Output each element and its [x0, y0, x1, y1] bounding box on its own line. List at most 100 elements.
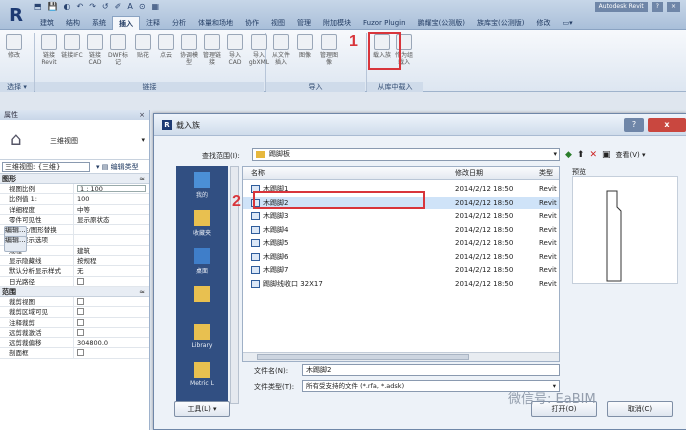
checkbox[interactable] [77, 349, 84, 357]
checkbox[interactable] [77, 308, 84, 316]
ribbon-button[interactable]: 链接CAD [84, 34, 106, 66]
ribbon-button[interactable]: 链接Revit [38, 34, 60, 66]
ribbon-button[interactable]: 链接IFC [61, 34, 83, 59]
file-date: 2014/2/12 18:50 [455, 185, 514, 193]
ribbon-tab[interactable]: 管理 [291, 16, 317, 30]
ribbon-tab[interactable]: 修改 [531, 16, 557, 30]
tools-button[interactable]: 工具(L) ▾ [174, 401, 230, 417]
new-folder-icon[interactable]: ▣ [602, 150, 611, 160]
type-selector[interactable]: ⌂ 三维视图 ▾ [0, 120, 149, 160]
place-item[interactable]: Library [176, 324, 228, 349]
checkbox[interactable] [77, 328, 84, 336]
group-label-select[interactable]: 选择 ▾ [0, 82, 34, 92]
ribbon-tab[interactable]: 注释 [140, 16, 166, 30]
ribbon-button[interactable]: 从文件插入 [270, 34, 292, 66]
ribbon-tab[interactable]: 鹏耀宝(公测版) [412, 16, 471, 30]
ribbon-tab[interactable]: 协作 [239, 16, 265, 30]
title-control[interactable]: ? [651, 2, 663, 12]
ribbon-button[interactable]: DWF标记 [107, 34, 129, 66]
quick-access-item[interactable]: ⊙ [139, 2, 146, 14]
quick-access-item[interactable]: ✐ [115, 2, 122, 14]
file-row[interactable]: 木踢脚4 2014/2/12 18:50 Revit [243, 224, 559, 236]
column-type[interactable]: 类型 [539, 167, 553, 180]
file-row[interactable]: 木踢脚3 2014/2/12 18:50 Revit [243, 210, 559, 222]
ribbon-tab[interactable]: 附加模块 [317, 16, 357, 30]
property-value[interactable] [74, 277, 149, 286]
file-row[interactable]: 木踢脚5 2014/2/12 18:50 Revit [243, 237, 559, 249]
place-item[interactable]: 我的 [176, 172, 228, 199]
quick-access-item[interactable]: ◐ [64, 2, 71, 14]
place-item[interactable]: 桌面 [176, 248, 228, 275]
ribbon-tab[interactable]: 系统 [86, 16, 112, 30]
quick-access-item[interactable]: ↷ [89, 2, 96, 14]
edit-type-button[interactable]: ▾ ▤ 编辑类型 [96, 162, 139, 172]
back-icon[interactable]: ◆ [565, 150, 572, 160]
ribbon-button[interactable]: 点云 [155, 34, 177, 59]
checkbox[interactable] [77, 297, 84, 305]
quick-access-item[interactable]: 💾 [48, 2, 58, 14]
up-folder-icon[interactable]: ⬆ [577, 150, 585, 160]
ribbon-tab[interactable]: 族库宝(公测版) [471, 16, 530, 30]
ribbon-tab[interactable]: ▭▾ [557, 16, 579, 30]
file-row[interactable]: 木踢脚6 2014/2/12 18:50 Revit [243, 251, 559, 263]
file-name-input[interactable]: 木踢脚2 [302, 364, 560, 376]
delete-icon[interactable]: ✕ [589, 150, 597, 160]
ribbon-button[interactable]: 管理链接 [201, 34, 223, 66]
property-value[interactable]: 编辑... [4, 236, 27, 253]
ribbon-tab[interactable]: 分析 [166, 16, 192, 30]
ribbon-tab[interactable]: Fuzor Plugin [357, 16, 412, 30]
revit-logo-icon[interactable]: R [3, 2, 29, 28]
ribbon-tab[interactable]: 建筑 [34, 16, 60, 30]
instance-filter-select[interactable]: 三维视图: {三维} [2, 162, 90, 172]
title-control[interactable]: × [666, 2, 680, 12]
file-row[interactable]: 木踢脚7 2014/2/12 18:50 Revit [243, 264, 559, 276]
chevron-down-icon[interactable]: ▾ [141, 136, 145, 144]
property-value[interactable] [74, 318, 149, 327]
file-row[interactable]: 踢脚线收口 32X17 2014/2/12 18:50 Revit [243, 278, 559, 290]
quick-access-item[interactable]: ↺ [102, 2, 109, 14]
ribbon-button-icon [41, 34, 57, 50]
file-type: Revit [539, 252, 557, 261]
column-date[interactable]: 修改日期 [455, 167, 483, 180]
title-control[interactable]: Autodesk Revit [594, 2, 648, 12]
ribbon-button[interactable]: 管理图像 [318, 34, 340, 66]
place-item[interactable] [176, 286, 228, 304]
checkbox[interactable] [77, 318, 84, 326]
close-icon[interactable]: × [139, 110, 145, 120]
ribbon-button[interactable]: 导入gbXML [248, 34, 270, 66]
cancel-button[interactable]: 取消(C) [607, 401, 673, 417]
views-menu-button[interactable]: 查看(V) ▾ [616, 150, 646, 160]
quick-access-item[interactable]: A [127, 2, 132, 14]
modify-button[interactable]: 修改 [3, 34, 25, 59]
property-value[interactable]: 1 : 100 [77, 185, 146, 193]
close-button[interactable]: x [648, 118, 686, 132]
ribbon-button-icon [87, 34, 103, 50]
quick-access-item[interactable]: ⬒ [34, 2, 42, 14]
column-name[interactable]: 名称 [251, 167, 265, 180]
ribbon-tab[interactable]: 插入 [112, 16, 140, 30]
place-item[interactable]: Metric L [176, 362, 228, 387]
checkbox[interactable] [77, 277, 84, 285]
section-graphics[interactable]: 图形 ≈ [0, 174, 149, 184]
ribbon-button[interactable]: 贴花 [132, 34, 154, 59]
ribbon-tab[interactable]: 结构 [60, 16, 86, 30]
ribbon-button-icon [251, 34, 267, 50]
property-value[interactable] [74, 297, 149, 306]
look-in-select[interactable]: 踢脚板 ▾ [252, 148, 560, 161]
quick-access-item[interactable]: ▦ [152, 2, 160, 14]
file-list-scrollbar[interactable] [243, 352, 559, 361]
ribbon-tab[interactable]: 体量和场地 [192, 16, 239, 30]
property-value[interactable] [74, 348, 149, 357]
ribbon-tab[interactable]: 视图 [265, 16, 291, 30]
ribbon-button[interactable]: 协调模型 [178, 34, 200, 66]
ribbon-button[interactable]: 导入CAD [224, 34, 246, 66]
help-button[interactable]: ? [624, 118, 644, 132]
property-value[interactable] [74, 328, 149, 337]
chevron-down-icon[interactable]: ▾ [553, 149, 557, 160]
quick-access-item[interactable]: ↶ [77, 2, 84, 14]
property-value[interactable] [74, 307, 149, 316]
place-item[interactable]: 收藏夹 [176, 210, 228, 237]
section-range[interactable]: 范围 ≈ [0, 286, 149, 297]
file-type: Revit [539, 225, 557, 234]
ribbon-button[interactable]: 图像 [294, 34, 316, 59]
